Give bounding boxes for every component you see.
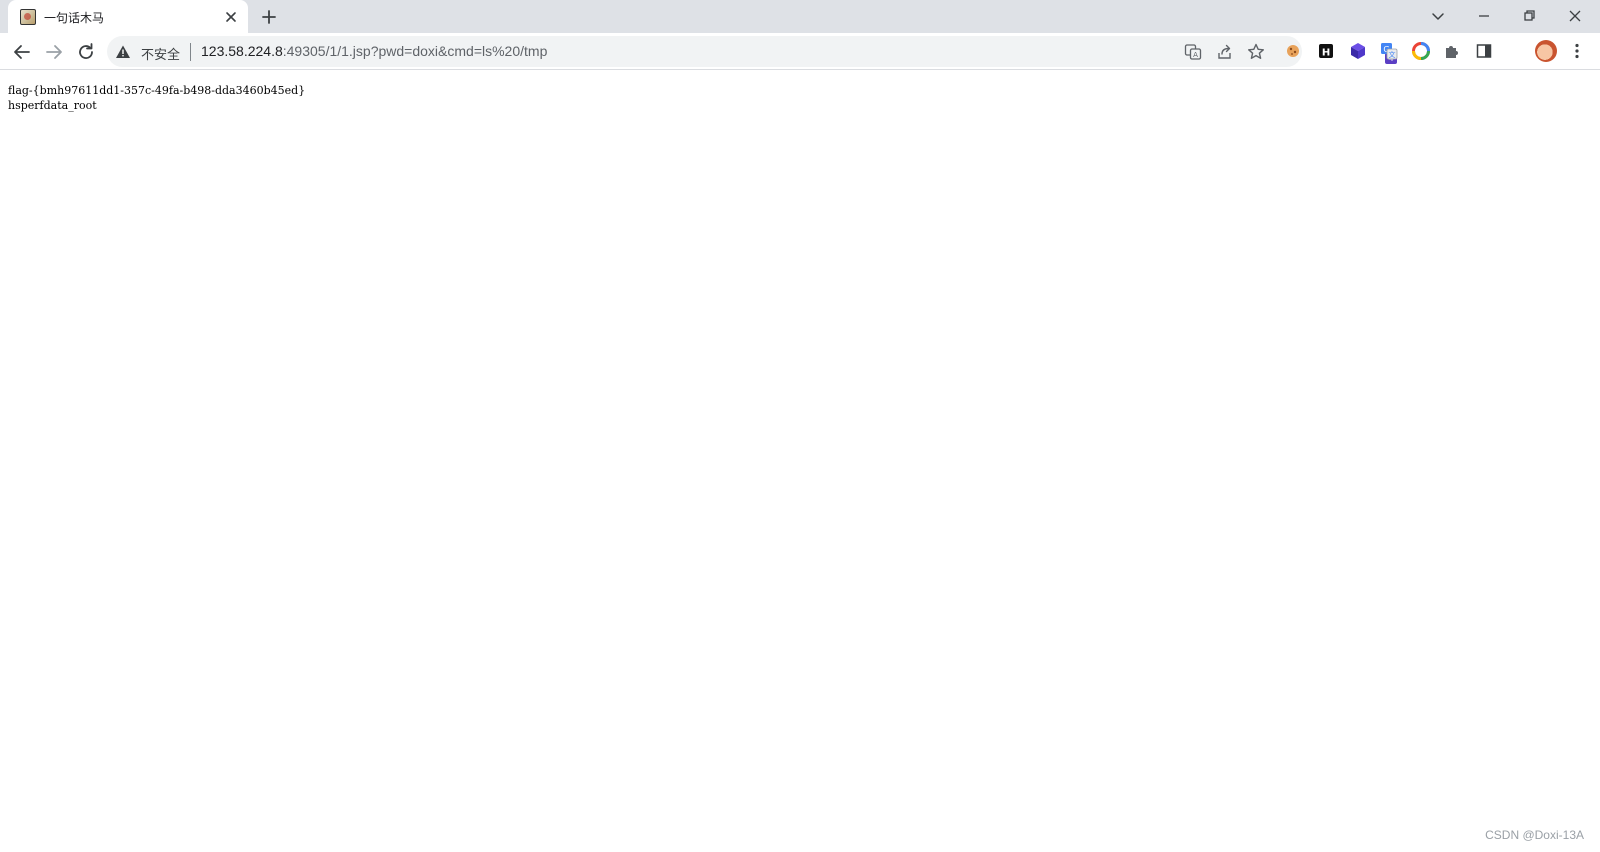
watermark: CSDN @Doxi-13A	[1485, 828, 1584, 842]
svg-text:H: H	[1322, 48, 1330, 59]
cube-extension-icon[interactable]	[1348, 41, 1368, 61]
translate-icon[interactable]: A	[1183, 42, 1203, 62]
color-picker-icon[interactable]	[1411, 41, 1431, 61]
image-favicon-icon	[20, 9, 36, 25]
share-icon[interactable]	[1215, 42, 1235, 62]
tab-title: 一句话木马	[44, 11, 105, 25]
cookie-extension-icon[interactable]	[1283, 41, 1303, 61]
tab-search-chevron-down-icon[interactable]	[1426, 4, 1450, 28]
active-tab[interactable]: 一句话木马	[8, 0, 248, 33]
extensions-puzzle-icon[interactable]	[1442, 41, 1462, 61]
browser-toolbar: 不安全 123.58.224.8:49305/1/1.jsp?pwd=doxi&…	[0, 33, 1600, 70]
tab-strip: 一句话木马	[0, 0, 1600, 33]
svg-text:A: A	[1193, 51, 1198, 59]
restore-icon[interactable]	[1517, 4, 1541, 28]
profile-avatar[interactable]	[1535, 40, 1557, 62]
minimize-icon[interactable]	[1472, 4, 1496, 28]
bookmark-star-icon[interactable]	[1246, 42, 1266, 62]
forward-arrow-icon[interactable]	[42, 40, 66, 64]
output-line-flag: flag-{bmh97611dd1-357c-49fa-b498-dda3460…	[8, 84, 306, 97]
output-line-directory: hsperfdata_root	[8, 99, 97, 112]
address-bar[interactable]: 不安全 123.58.224.8:49305/1/1.jsp?pwd=doxi&…	[107, 36, 1302, 67]
reload-icon[interactable]	[74, 40, 98, 64]
url-host: 123.58.224.8	[201, 43, 283, 59]
omnibox-divider	[190, 43, 191, 61]
not-secure-label[interactable]: 不安全	[141, 44, 180, 63]
close-tab-icon[interactable]	[222, 8, 240, 26]
google-translate-icon[interactable]: G 文	[1379, 41, 1399, 61]
more-menu-icon[interactable]	[1567, 41, 1587, 61]
page-content: flag-{bmh97611dd1-357c-49fa-b498-dda3460…	[8, 83, 305, 113]
url-text[interactable]: 123.58.224.8:49305/1/1.jsp?pwd=doxi&cmd=…	[201, 43, 547, 59]
side-panel-icon[interactable]	[1474, 41, 1494, 61]
svg-text:文: 文	[1389, 50, 1396, 59]
warning-triangle-icon[interactable]	[115, 44, 131, 60]
new-tab-icon[interactable]	[259, 7, 279, 27]
url-path: :49305/1/1.jsp?pwd=doxi&cmd=ls%20/tmp	[282, 43, 548, 59]
close-window-icon[interactable]	[1563, 4, 1587, 28]
back-arrow-icon[interactable]	[10, 40, 34, 64]
h-extension-icon[interactable]: H	[1316, 41, 1336, 61]
